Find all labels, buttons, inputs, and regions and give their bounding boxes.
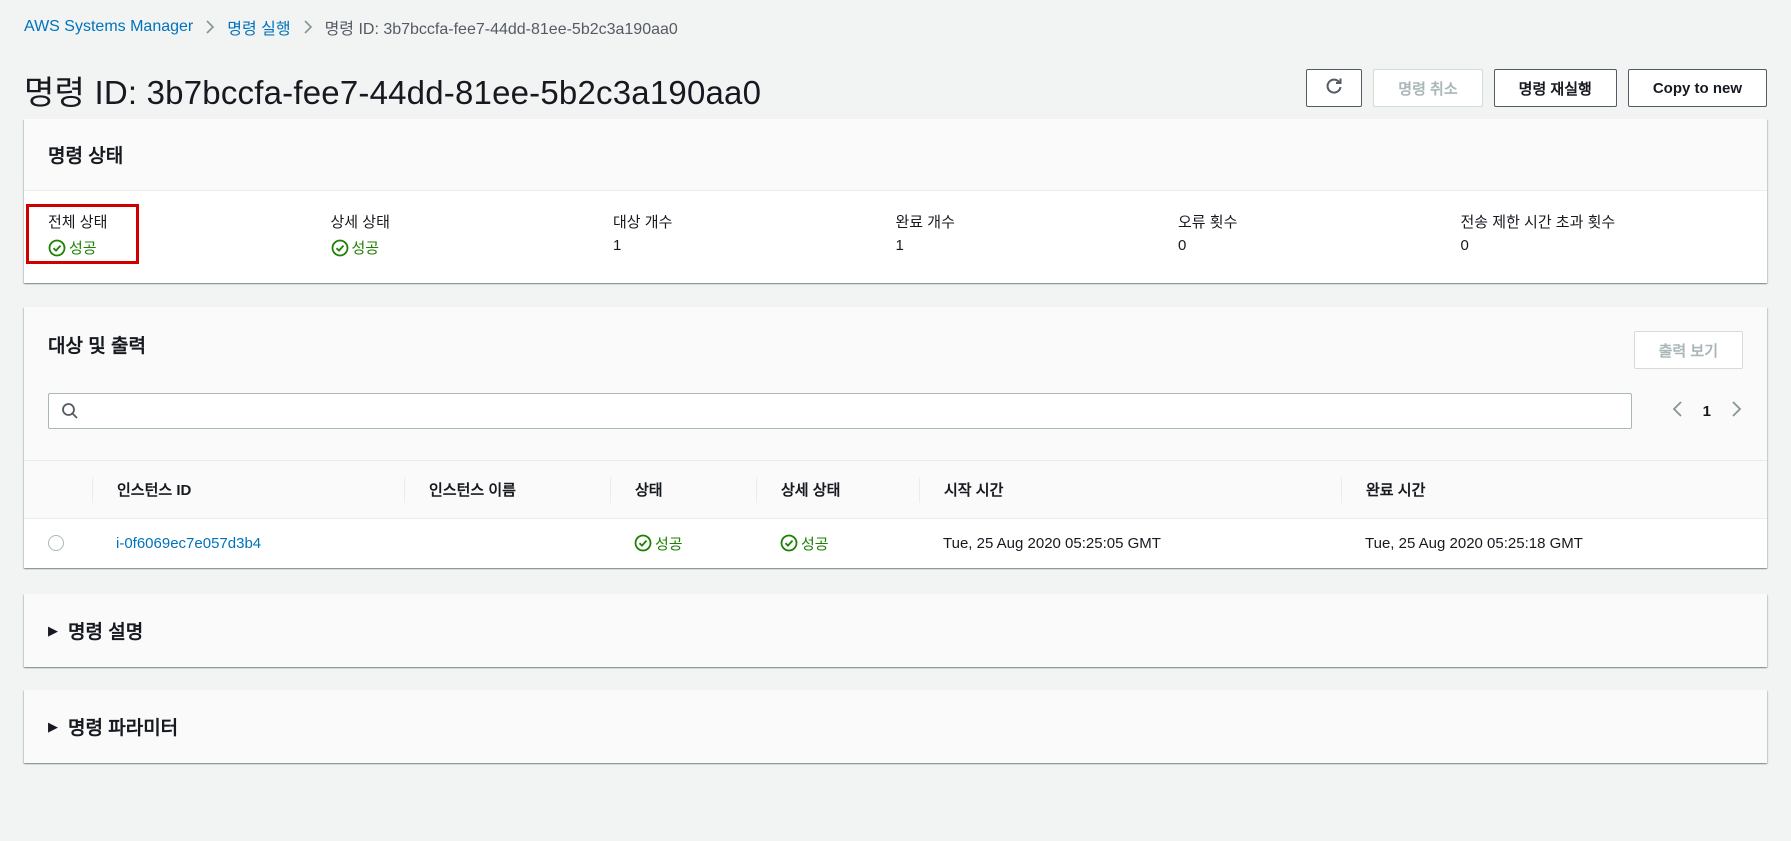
column-header-status[interactable]: 상태 <box>610 476 756 503</box>
error-count-field: 오류 횟수 0 <box>1178 211 1461 258</box>
table-header: 인스턴스 ID 인스턴스 이름 상태 상세 상태 시작 시간 완료 시간 <box>24 461 1767 519</box>
refresh-icon <box>1324 76 1344 100</box>
pagination: 1 <box>1671 393 1743 429</box>
header-actions: 명령 취소 명령 재실행 Copy to new <box>1306 69 1767 107</box>
command-status-title: 명령 상태 <box>48 146 124 167</box>
column-header-start-time[interactable]: 시작 시간 <box>919 476 1341 503</box>
delivery-timeout-count-field: 전송 제한 시간 초과 횟수 0 <box>1461 211 1744 258</box>
search-input[interactable] <box>87 396 1631 426</box>
field-label: 전체 상태 <box>48 214 108 231</box>
select-column-header <box>24 477 92 503</box>
status-value: 성공 <box>69 240 97 257</box>
rerun-command-button[interactable]: 명령 재실행 <box>1493 69 1617 107</box>
check-circle-icon <box>48 239 66 256</box>
row-select-cell <box>24 519 92 567</box>
status-badge: 성공 <box>634 533 683 554</box>
column-header-instance-id[interactable]: 인스턴스 ID <box>92 476 404 503</box>
target-count-field: 대상 개수 1 <box>613 211 896 258</box>
status-badge: 성공 <box>780 533 829 554</box>
table-row[interactable]: i-0f6069ec7e057d3b4 성공 성공 Tue, 25 Aug 20… <box>24 519 1767 567</box>
targets-and-outputs-panel: 대상 및 출력 출력 보기 1 인스턴스 ID 인스턴스 이름 상태 상세 상태… <box>24 307 1767 568</box>
status-value: 성공 <box>351 240 380 257</box>
view-output-button[interactable]: 출력 보기 <box>1633 331 1743 369</box>
search-row <box>48 393 1632 429</box>
caret-right-icon: ▶ <box>48 622 58 638</box>
row-radio-button[interactable] <box>48 535 64 551</box>
column-header-detailed-status[interactable]: 상세 상태 <box>756 476 919 503</box>
status-value: 성공 <box>655 535 683 553</box>
command-status-panel: 명령 상태 전체 상태 성공 상세 상태 성공 대상 개수 1 완료 개수 1 … <box>24 119 1767 283</box>
check-circle-icon <box>780 534 798 552</box>
check-circle-icon <box>634 534 652 552</box>
command-status-header: 명령 상태 <box>24 119 1767 191</box>
breadcrumb: AWS Systems Manager 명령 실행 명령 ID: 3b7bccf… <box>24 16 678 38</box>
detailed-status-cell: 성공 <box>756 519 919 567</box>
check-circle-icon <box>331 239 348 256</box>
chevron-left-icon[interactable] <box>1671 400 1683 423</box>
refresh-button[interactable] <box>1306 69 1363 107</box>
completed-count-field: 완료 개수 1 <box>896 211 1179 258</box>
detailed-status-field: 상세 상태 성공 <box>331 211 614 258</box>
command-parameters-toggle[interactable]: ▶ 명령 파라미터 <box>24 690 1767 763</box>
status-badge: 성공 <box>48 237 97 258</box>
search-icon <box>62 403 78 419</box>
field-value: 1 <box>613 237 622 254</box>
targets-header: 대상 및 출력 <box>24 307 1767 461</box>
command-parameters-title: 명령 파라미터 <box>68 718 179 739</box>
overall-status-field: 전체 상태 성공 <box>48 211 331 258</box>
field-label: 오류 횟수 <box>1178 214 1238 231</box>
command-description-panel: ▶ 명령 설명 <box>24 594 1767 667</box>
instance-id-cell: i-0f6069ec7e057d3b4 <box>92 519 404 567</box>
field-label: 대상 개수 <box>613 214 673 231</box>
column-header-end-time[interactable]: 완료 시간 <box>1341 476 1767 503</box>
breadcrumb-run-command[interactable]: 명령 실행 <box>227 15 290 39</box>
copy-to-new-button[interactable]: Copy to new <box>1627 69 1767 107</box>
caret-right-icon: ▶ <box>48 718 58 734</box>
field-value: 0 <box>1460 237 1469 254</box>
status-badge: 성공 <box>331 237 380 258</box>
start-time-cell: Tue, 25 Aug 2020 05:25:05 GMT <box>943 534 1161 552</box>
chevron-right-icon <box>303 20 313 34</box>
command-parameters-panel: ▶ 명령 파라미터 <box>24 690 1767 763</box>
field-value: 1 <box>895 237 904 254</box>
field-value: 0 <box>1178 237 1187 254</box>
status-fields: 전체 상태 성공 상세 상태 성공 대상 개수 1 완료 개수 1 오류 횟수 … <box>24 191 1767 258</box>
command-description-title: 명령 설명 <box>68 622 144 643</box>
column-header-instance-name[interactable]: 인스턴스 이름 <box>404 476 610 503</box>
search-field[interactable] <box>48 393 1632 429</box>
chevron-right-icon <box>205 20 215 34</box>
current-page-number[interactable]: 1 <box>1703 403 1711 420</box>
status-value: 성공 <box>801 535 829 553</box>
field-label: 완료 개수 <box>895 214 955 231</box>
page-title: 명령 ID: 3b7bccfa-fee7-44dd-81ee-5b2c3a190… <box>24 74 762 111</box>
instance-id-link[interactable]: i-0f6069ec7e057d3b4 <box>116 535 261 552</box>
instance-name-cell <box>404 519 610 567</box>
cancel-command-button[interactable]: 명령 취소 <box>1373 69 1483 107</box>
targets-table: 인스턴스 ID 인스턴스 이름 상태 상세 상태 시작 시간 완료 시간 i-0… <box>24 461 1767 567</box>
field-label: 상세 상태 <box>330 214 390 231</box>
breadcrumb-systems-manager[interactable]: AWS Systems Manager <box>24 18 193 36</box>
breadcrumb-current: 명령 ID: 3b7bccfa-fee7-44dd-81ee-5b2c3a190… <box>324 21 678 38</box>
status-cell: 성공 <box>610 519 756 567</box>
command-description-toggle[interactable]: ▶ 명령 설명 <box>24 594 1767 667</box>
field-label: 전송 제한 시간 초과 횟수 <box>1460 214 1616 231</box>
chevron-right-icon[interactable] <box>1731 400 1743 423</box>
end-time-cell: Tue, 25 Aug 2020 05:25:18 GMT <box>1365 534 1583 552</box>
targets-title: 대상 및 출력 <box>48 336 146 357</box>
